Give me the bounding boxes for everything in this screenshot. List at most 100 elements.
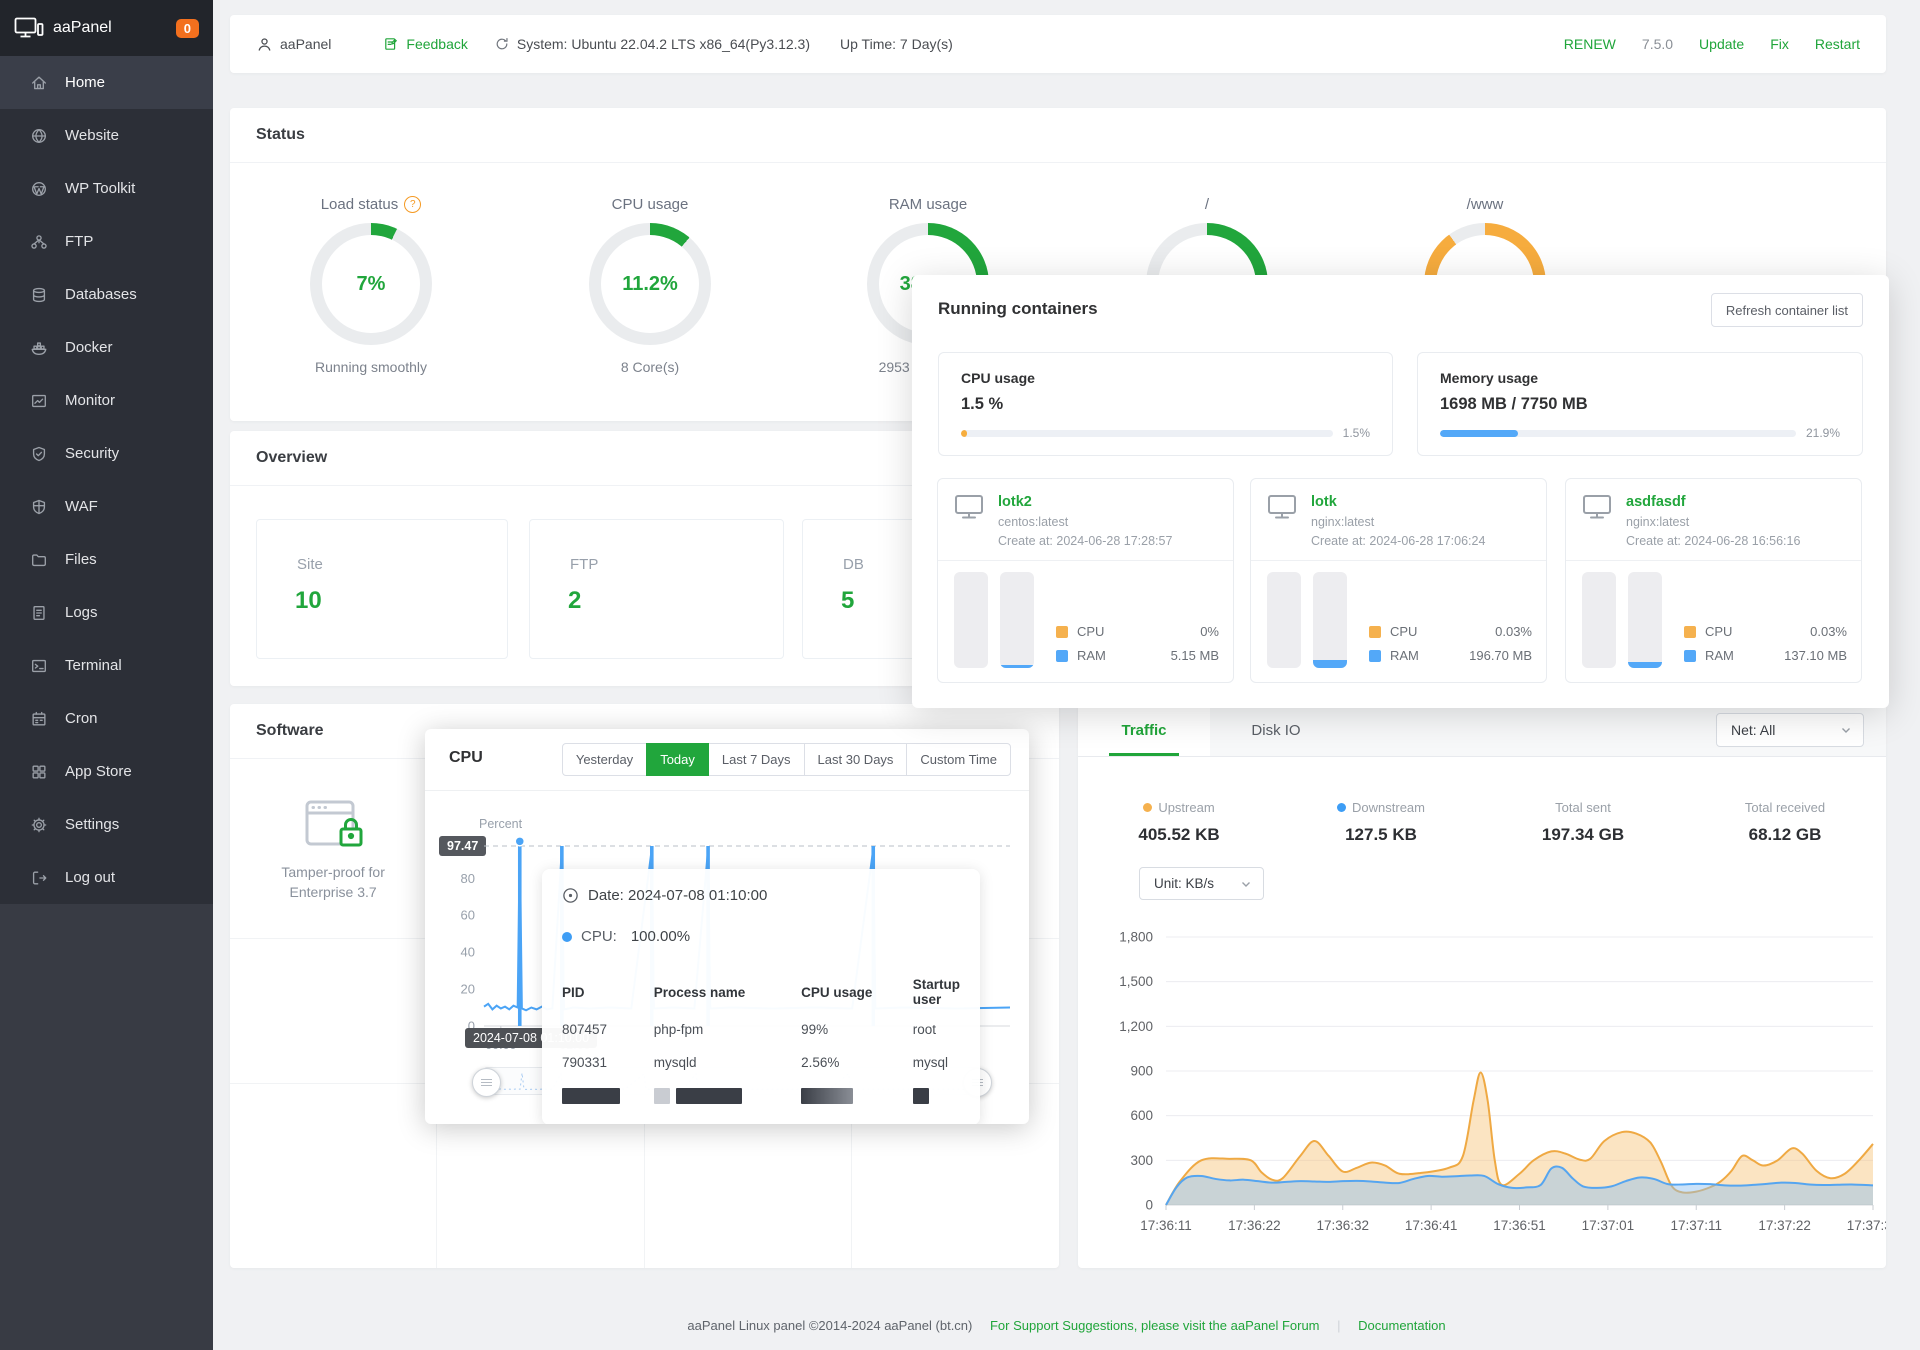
container-card-lotk[interactable]: lotk nginx:latest Create at: 2024-06-28 … [1250, 478, 1547, 683]
update-link[interactable]: Update [1699, 36, 1744, 52]
downstream-dot-icon [1337, 803, 1347, 812]
container-monitor-icon [954, 494, 984, 548]
svg-text:1,500: 1,500 [1119, 974, 1153, 989]
svg-text:600: 600 [1130, 1108, 1153, 1123]
fix-link[interactable]: Fix [1770, 36, 1789, 52]
user-menu[interactable]: aaPanel [256, 36, 331, 53]
copyright-text: aaPanel Linux panel ©2014-2024 aaPanel (… [687, 1318, 973, 1333]
overview-card-ftp[interactable]: FTP 2 [529, 519, 784, 659]
support-forum-link[interactable]: For Support Suggestions, please visit th… [990, 1318, 1320, 1333]
software-item-tamper-proof[interactable]: Tamper-proof for Enterprise 3.7 [230, 759, 436, 938]
traffic-panel: Traffic Disk IO Net: All Upstream 405.52… [1078, 704, 1886, 1268]
message-count-badge[interactable]: 0 [175, 18, 199, 38]
appstore-icon [30, 763, 48, 781]
sidebar-item-waf[interactable]: WAF [0, 480, 213, 533]
range-yesterday-button[interactable]: Yesterday [561, 743, 648, 776]
feedback-link[interactable]: Feedback [383, 36, 468, 52]
sidebar-item-files[interactable]: Files [0, 533, 213, 586]
stat-downstream: Downstream 127.5 KB [1280, 800, 1482, 845]
cron-icon [30, 710, 48, 728]
sidebar-item-log-out[interactable]: Log out [0, 851, 213, 904]
svg-text:17:37:22: 17:37:22 [1758, 1218, 1811, 1233]
tab-traffic[interactable]: Traffic [1078, 704, 1210, 756]
monitor-icon [30, 392, 48, 410]
process-row: 790331 mysqld 2.56% mysql [562, 1055, 949, 1070]
restart-link[interactable]: Restart [1815, 36, 1860, 52]
tab-disk-io[interactable]: Disk IO [1210, 704, 1342, 756]
overview-card-site[interactable]: Site 10 [256, 519, 508, 659]
cpu-chart-tooltip: Date: 2024-07-08 01:10:00 CPU: 100.00% P… [542, 869, 980, 1124]
documentation-link[interactable]: Documentation [1358, 1318, 1445, 1333]
terminal-icon [30, 657, 48, 675]
svg-text:1,200: 1,200 [1119, 1019, 1153, 1034]
sidebar-item-app-store[interactable]: App Store [0, 745, 213, 798]
memory-usage-track [1440, 429, 1796, 437]
help-icon[interactable]: ? [404, 195, 422, 213]
container-ram-bar [1313, 572, 1347, 668]
range-today-button[interactable]: Today [646, 743, 709, 776]
ram-legend-icon [1056, 649, 1068, 662]
container-monitor-icon [1267, 494, 1297, 548]
cpu-legend-icon [1684, 625, 1696, 638]
zoom-handle-left[interactable] [472, 1068, 501, 1097]
cpu-gauge-ring: 11.2% [589, 223, 711, 345]
sidebar-item-docker[interactable]: Docker [0, 321, 213, 374]
unit-select[interactable]: Unit: KB/s [1139, 867, 1264, 900]
time-range-group: Yesterday Today Last 7 Days Last 30 Days… [561, 743, 1011, 776]
memory-usage-fill [1440, 429, 1518, 437]
sidebar-item-cron[interactable]: Cron [0, 692, 213, 745]
system-refresh-icon [494, 36, 510, 52]
sidebar-item-security[interactable]: Security [0, 427, 213, 480]
tamper-proof-icon [301, 796, 365, 852]
range-last-30-days-button[interactable]: Last 30 Days [803, 743, 908, 776]
stat-total-received: Total received 68.12 GB [1744, 800, 1826, 844]
sidebar-item-monitor[interactable]: Monitor [0, 374, 213, 427]
container-card-lotk2[interactable]: lotk2 centos:latest Create at: 2024-06-2… [937, 478, 1234, 683]
wordpress-icon [30, 180, 48, 198]
range-last-7-days-button[interactable]: Last 7 Days [707, 743, 805, 776]
container-cpu-bar [1582, 572, 1616, 668]
svg-text:17:37:11: 17:37:11 [1670, 1218, 1722, 1233]
gauge-cpu-usage: CPU usage 11.2% 8 Core(s) [540, 193, 760, 375]
home-icon [30, 74, 48, 92]
sidebar-item-wp-toolkit[interactable]: WP Toolkit [0, 162, 213, 215]
svg-text:40: 40 [461, 945, 475, 960]
chevron-down-icon [1841, 725, 1851, 735]
sidebar-item-home[interactable]: Home [0, 56, 213, 109]
ram-legend-icon [1684, 649, 1696, 662]
sidebar-item-settings[interactable]: Settings [0, 798, 213, 851]
refresh-container-list-button[interactable]: Refresh container list [1710, 293, 1863, 327]
svg-text:17:36:22: 17:36:22 [1228, 1218, 1281, 1233]
svg-text:80: 80 [461, 871, 475, 886]
range-custom-time-button[interactable]: Custom Time [906, 743, 1011, 776]
process-row: 807457 php-fpm 99% root [562, 1022, 937, 1037]
cpu-series-dot-icon [562, 931, 572, 942]
svg-text:17:37:01: 17:37:01 [1582, 1218, 1635, 1233]
container-card-asdfasdf[interactable]: asdfasdf nginx:latest Create at: 2024-06… [1565, 478, 1862, 683]
cpu-popup-title: CPU [449, 749, 483, 766]
net-select[interactable]: Net: All [1716, 713, 1864, 747]
system-info[interactable]: System: Ubuntu 22.04.2 LTS x86_64(Py3.12… [494, 36, 810, 52]
cpu-chart-popup: CPU Yesterday Today Last 7 Days Last 30 … [425, 729, 1029, 1124]
svg-text:900: 900 [1130, 1064, 1153, 1079]
svg-text:17:37:33: 17:37:33 [1847, 1218, 1886, 1233]
container-cpu-bar [954, 572, 988, 668]
svg-text:0: 0 [1145, 1198, 1153, 1213]
sidebar-item-databases[interactable]: Databases [0, 268, 213, 321]
sidebar-item-terminal[interactable]: Terminal [0, 639, 213, 692]
sidebar-item-ftp[interactable]: FTP [0, 215, 213, 268]
docker-icon [30, 339, 48, 357]
sidebar-item-website[interactable]: Website [0, 109, 213, 162]
aapanel-logo-icon [14, 16, 44, 40]
container-monitor-icon [1582, 494, 1612, 548]
sidebar-item-logs[interactable]: Logs [0, 586, 213, 639]
container-ram-bar [1000, 572, 1034, 668]
feedback-icon [383, 36, 399, 52]
sidebar-nav: Home Website WP Toolkit FTP Databases Do… [0, 56, 213, 904]
settings-gear-icon [30, 816, 48, 834]
database-icon [30, 286, 48, 304]
chevron-down-icon [1241, 879, 1251, 889]
gauge-load-status: Load status? 7% Running smoothly [261, 193, 481, 375]
logo-row[interactable]: aaPanel 0 [0, 0, 213, 56]
renew-link[interactable]: RENEW [1564, 36, 1616, 52]
